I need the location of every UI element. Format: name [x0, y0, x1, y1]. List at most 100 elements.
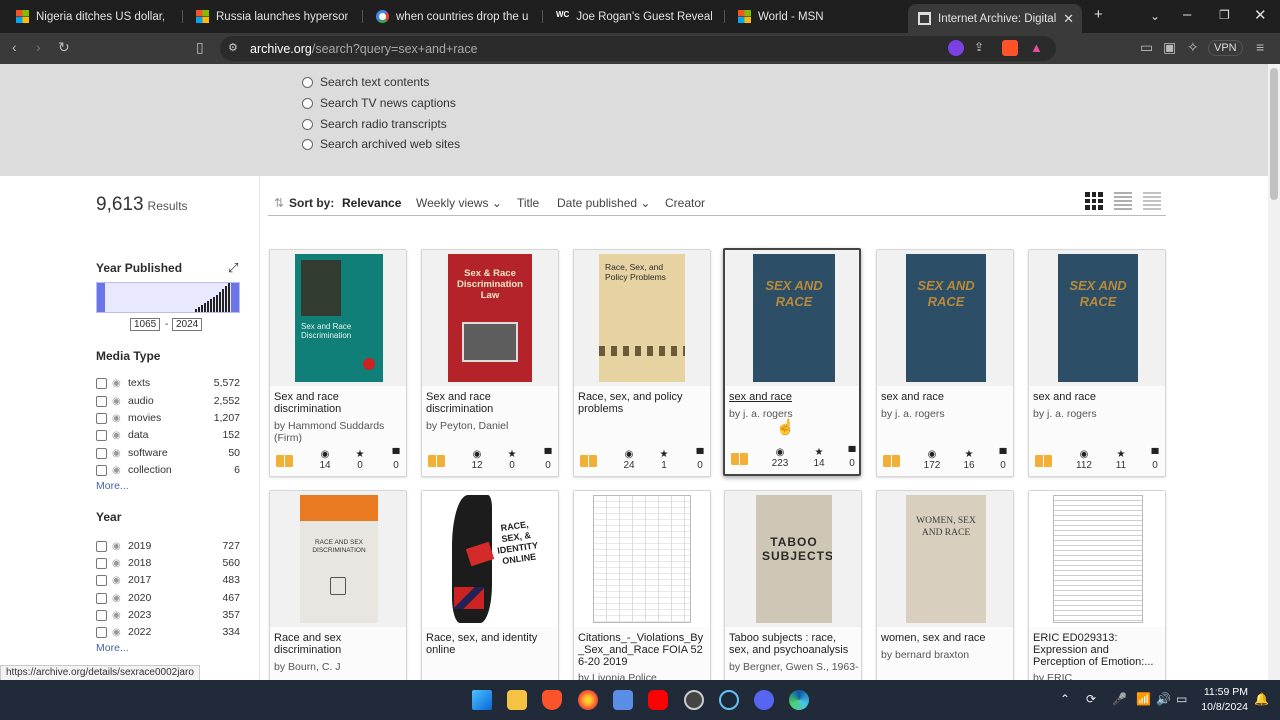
window-close-icon[interactable]: ✕ — [1254, 6, 1267, 24]
start-icon[interactable] — [472, 690, 492, 710]
brave-shield-icon[interactable] — [1002, 40, 1018, 56]
result-tile[interactable]: SEX AND RACE sex and race by j. a. roger… — [1028, 249, 1166, 477]
facet-row[interactable]: ◉ 2018 560 — [96, 556, 240, 570]
scrollbar-thumb[interactable] — [1270, 68, 1278, 200]
tab-2[interactable]: when countries drop the us dolla — [366, 4, 538, 29]
list-detail-view-icon[interactable] — [1114, 192, 1132, 210]
facet-row[interactable]: ◉ audio 2,552 — [96, 394, 240, 408]
checkbox[interactable] — [96, 592, 107, 604]
expand-icon[interactable]: ⤢ — [228, 260, 238, 276]
search-option-radio[interactable]: Search radio transcripts — [302, 117, 447, 131]
item-title[interactable]: Race, sex, and policy problems — [578, 391, 708, 415]
year-to-input[interactable]: 2024 — [172, 318, 203, 331]
sort-date-published[interactable]: Date published ⌄ — [557, 196, 650, 210]
close-tab-icon[interactable]: ✕ — [1063, 11, 1074, 27]
system-clock[interactable]: 11:59 PM 10/8/2024 — [1196, 685, 1248, 715]
sidebar-icon[interactable]: ▭ — [1140, 39, 1153, 56]
sync-icon[interactable]: ⟳ — [1086, 692, 1096, 706]
cover-thumbnail[interactable]: Sex and Race Discrimination — [270, 250, 406, 386]
result-tile[interactable]: Sex & Race Discrimination Law Sex and ra… — [421, 249, 559, 477]
facet-row[interactable]: ◉ 2017 483 — [96, 573, 240, 587]
checkbox[interactable] — [96, 464, 107, 476]
cover-thumbnail[interactable]: SEX AND RACE — [725, 250, 859, 386]
eye-icon[interactable]: ◉ — [112, 396, 122, 407]
result-tile-hovered[interactable]: SEX AND RACE sex and race by j. a. roger… — [723, 248, 861, 476]
discord-icon[interactable] — [754, 690, 774, 710]
checkbox[interactable] — [96, 626, 107, 638]
new-tab-icon[interactable]: + — [1094, 6, 1103, 23]
item-title[interactable]: Taboo subjects : race, sex, and psychoan… — [729, 632, 859, 656]
checkbox[interactable] — [96, 377, 107, 389]
result-tile[interactable]: ERIC ED029313: Expression and Perception… — [1028, 490, 1166, 680]
year-histogram[interactable] — [96, 282, 240, 313]
result-tile[interactable]: SEX AND RACE sex and race by j. a. roger… — [876, 249, 1014, 477]
checkbox[interactable] — [96, 540, 107, 552]
checkbox[interactable] — [96, 574, 107, 586]
facet-row[interactable]: ◉ movies 1,207 — [96, 411, 240, 425]
range-handle-left[interactable] — [97, 283, 105, 312]
obs-icon[interactable] — [684, 690, 704, 710]
extension-icon[interactable] — [948, 40, 964, 56]
eye-icon[interactable]: ◉ — [112, 378, 122, 389]
page-scrollbar[interactable] — [1268, 64, 1280, 680]
cover-thumbnail[interactable]: TABOO SUBJECTS — [725, 491, 861, 627]
item-title[interactable]: Race and sex discrimination — [274, 632, 404, 656]
item-title[interactable]: Sex and race discrimination — [426, 391, 556, 415]
sort-title[interactable]: Title — [517, 196, 539, 210]
tab-1[interactable]: Russia launches hypersonic missi — [186, 4, 358, 29]
sort-creator[interactable]: Creator — [665, 196, 705, 210]
item-title[interactable]: sex and race — [881, 391, 1011, 403]
result-tile[interactable]: TABOO SUBJECTS Taboo subjects : race, se… — [724, 490, 862, 680]
checkbox[interactable] — [96, 429, 107, 441]
back-icon[interactable]: ‹ — [12, 39, 17, 55]
cover-thumbnail[interactable] — [1029, 491, 1165, 627]
result-tile[interactable]: WOMEN, SEX AND RACE women, sex and race … — [876, 490, 1014, 680]
eye-icon[interactable]: ◉ — [112, 430, 122, 441]
chevron-up-icon[interactable]: ⌃ — [1060, 692, 1070, 706]
search-option-web[interactable]: Search archived web sites — [302, 137, 460, 151]
item-title[interactable]: Sex and race discrimination — [274, 391, 404, 415]
forward-icon[interactable]: › — [36, 39, 41, 55]
checkbox[interactable] — [96, 447, 107, 459]
tab-0[interactable]: Nigeria ditches US dollar, will now — [6, 4, 178, 29]
year-from-input[interactable]: 1065 — [130, 318, 161, 331]
file-explorer-icon[interactable] — [507, 690, 527, 710]
eye-icon[interactable]: ◉ — [112, 627, 122, 638]
facet-row[interactable]: ◉ 2022 334 — [96, 625, 240, 639]
share-icon[interactable]: ⇪ — [974, 40, 984, 54]
cover-thumbnail[interactable]: Race, Sex, and Policy Problems — [574, 250, 710, 386]
menu-icon[interactable]: ≡ — [1256, 39, 1264, 55]
facet-row[interactable]: ◉ 2019 727 — [96, 539, 240, 553]
checkbox[interactable] — [96, 557, 107, 569]
result-tile[interactable]: Sex and Race Discrimination Sex and race… — [269, 249, 407, 477]
item-title[interactable]: Citations_-_Violations_By_Sex_and_Race F… — [578, 632, 708, 668]
result-tile[interactable]: Citations_-_Violations_By_Sex_and_Race F… — [573, 490, 711, 680]
result-tile[interactable]: RACE, SEX, & IDENTITY ONLINE Race, sex, … — [421, 490, 559, 680]
item-title[interactable]: women, sex and race — [881, 632, 1011, 644]
media-type-more-link[interactable]: More... — [96, 480, 129, 492]
notification-bell-icon[interactable]: 🔔 — [1254, 692, 1269, 706]
radio-button[interactable] — [302, 138, 313, 150]
facet-row[interactable]: ◉ 2023 357 — [96, 608, 240, 622]
facet-row[interactable]: ◉ software 50 — [96, 446, 240, 460]
checkbox[interactable] — [96, 609, 107, 621]
site-info-icon[interactable]: ⚙ — [228, 41, 238, 54]
facet-row[interactable]: ◉ texts 5,572 — [96, 376, 240, 390]
tab-3[interactable]: WC Joe Rogan's Guest Reveals Disturb — [546, 4, 722, 29]
leo-ai-icon[interactable]: ✧ — [1187, 39, 1199, 56]
item-title[interactable]: sex and race — [1033, 391, 1163, 403]
edge-icon[interactable] — [789, 690, 809, 710]
result-tile[interactable]: Race, Sex, and Policy Problems Race, sex… — [573, 249, 711, 477]
eye-icon[interactable]: ◉ — [112, 541, 122, 552]
sort-relevance[interactable]: Relevance — [342, 196, 401, 210]
tab-5-active[interactable]: Internet Archive: Digital Libr ✕ — [908, 4, 1082, 33]
eye-icon[interactable]: ◉ — [112, 558, 122, 569]
minimize-icon[interactable]: – — [1183, 6, 1191, 23]
vpn-button[interactable]: VPN — [1208, 40, 1243, 56]
eye-icon[interactable]: ◉ — [112, 575, 122, 586]
sort-direction-icon[interactable]: ⇅ — [274, 196, 284, 210]
battery-icon[interactable]: ▭ — [1176, 692, 1187, 706]
cover-thumbnail[interactable]: SEX AND RACE — [877, 250, 1013, 386]
radio-button[interactable] — [302, 76, 313, 88]
search-option-text[interactable]: Search text contents — [302, 75, 429, 89]
